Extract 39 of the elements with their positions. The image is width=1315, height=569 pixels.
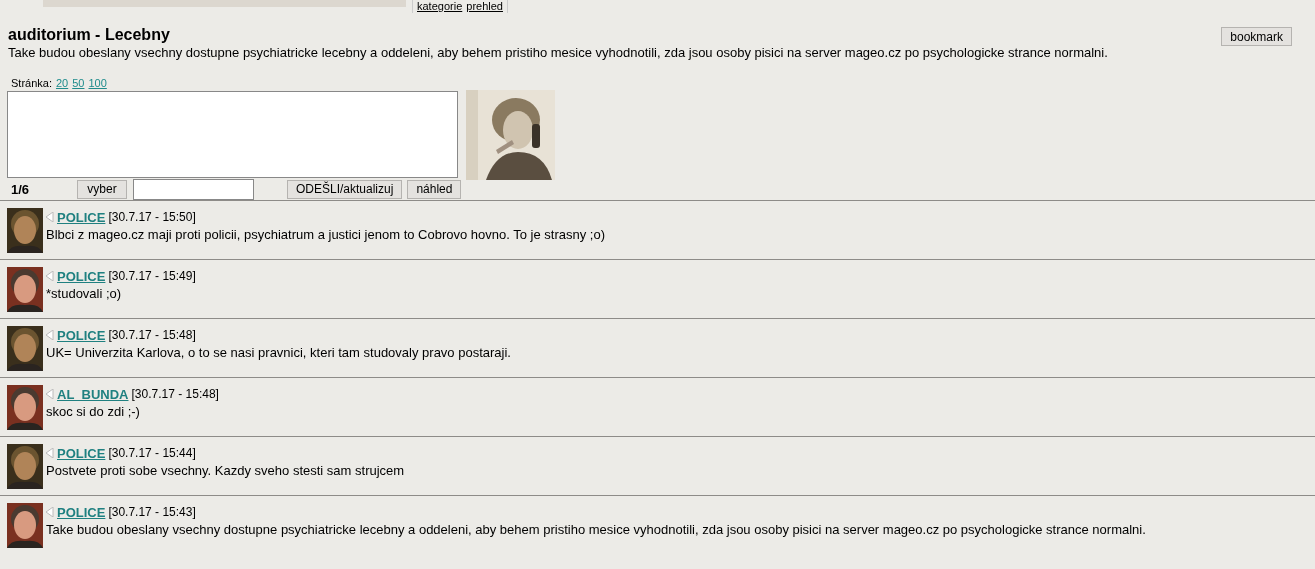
page-counter: 1/6	[10, 181, 31, 197]
reply-arrow-icon[interactable]	[46, 448, 54, 458]
preview-button[interactable]: náhled	[407, 179, 462, 199]
post-time: [30.7.17 - 15:50]	[108, 210, 196, 224]
author-link[interactable]: POLICE	[57, 327, 106, 343]
author-link[interactable]: POLICE	[57, 445, 106, 461]
author-link[interactable]: AL_BUNDA	[57, 386, 129, 402]
reply-arrow-icon[interactable]	[46, 271, 54, 281]
post-text: Postvete proti sobe vsechny. Kazdy sveho stesti sam strujcem	[46, 462, 405, 480]
post-text: Take budou obeslany vsechny dostupne psychiatricke lecebny a oddeleni, aby behem pristiho mesice vyhodnotili, zda jsou osoby pisici na server mageo.cz po psychologicke strance normalni.	[46, 521, 1146, 539]
forum-description: Take budou obeslany vsechny dostupne psychiatricke lecebny a oddeleni, aby behem pristiho mesice vyhodnotili, zda jsou osoby pisici na server mageo.cz po psychologicke strance normalni.	[8, 44, 1108, 62]
page-size-link[interactable]: 20	[55, 77, 69, 89]
nav-link[interactable]: kategorie	[417, 0, 463, 13]
reply-arrow-icon[interactable]	[46, 389, 54, 399]
post-text: Blbci z mageo.cz maji proti policii, psychiatrum a justici jenom to Cobrovo hovno. To je strasny ;o)	[46, 226, 605, 244]
post-time: [30.7.17 - 15:49]	[108, 269, 196, 283]
reply-arrow-icon[interactable]	[46, 507, 54, 517]
post-time: [30.7.17 - 15:44]	[108, 446, 196, 460]
page-size-label: Stránka:	[11, 77, 52, 89]
post-time: [30.7.17 - 15:43]	[108, 505, 196, 519]
author-link[interactable]: POLICE	[57, 209, 106, 225]
nav-link[interactable]: prehled	[466, 0, 503, 13]
post-text: *studovali ;o)	[46, 285, 123, 303]
post-time: [30.7.17 - 15:48]	[108, 328, 196, 342]
page-size-link[interactable]: 50	[72, 77, 85, 89]
reply-arrow-icon[interactable]	[46, 212, 54, 222]
author-link[interactable]: POLICE	[57, 504, 106, 520]
select-input-field[interactable]	[133, 178, 254, 200]
post-text: UK= Univerzita Karlova, o to se nasi pravnici, kteri tam studovaly pravo postaraji.	[46, 344, 511, 362]
page-size-link[interactable]: 100	[88, 77, 107, 89]
select-button[interactable]: vyber	[77, 179, 127, 199]
reply-arrow-icon[interactable]	[46, 330, 54, 340]
send-button[interactable]: ODEŠLI/aktualizuj	[287, 179, 403, 199]
forum-title: auditorium - Lecebny	[8, 26, 171, 44]
message-field[interactable]	[7, 91, 458, 178]
author-link[interactable]: POLICE	[57, 268, 106, 284]
post-text: skoc si do zdi ;-)	[46, 403, 141, 421]
bookmark-button[interactable]: bookmark	[1221, 27, 1292, 46]
post-time: [30.7.17 - 15:48]	[131, 387, 219, 401]
